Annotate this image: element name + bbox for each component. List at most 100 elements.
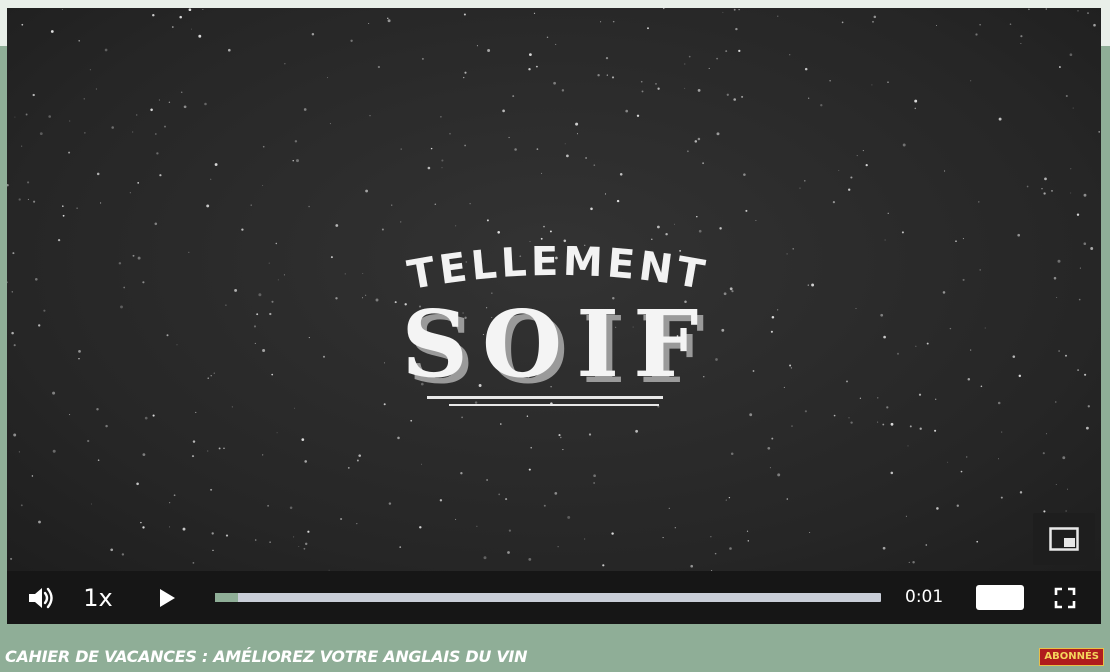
- quality-button[interactable]: [976, 585, 1024, 610]
- grain-speck: [696, 215, 698, 218]
- grain-speck: [271, 373, 274, 376]
- grain-speck: [880, 313, 884, 317]
- tellement-soif-logo: TELLEMENT SOIF SOIF: [367, 236, 747, 426]
- video-frame[interactable]: TELLEMENT SOIF SOIF: [7, 8, 1101, 571]
- grain-speck: [1045, 8, 1048, 10]
- grain-speck: [303, 547, 306, 550]
- play-button[interactable]: [152, 571, 182, 624]
- grain-speck: [887, 212, 889, 214]
- playback-speed-button[interactable]: 1x: [73, 571, 123, 624]
- grain-speck: [377, 65, 381, 69]
- grain-speck: [745, 209, 748, 212]
- grain-speck: [68, 151, 71, 154]
- fullscreen-button[interactable]: [1047, 571, 1083, 624]
- grain-speck: [1044, 177, 1047, 181]
- grain-speck: [1078, 298, 1081, 301]
- grain-speck: [202, 8, 204, 10]
- grain-speck: [604, 193, 607, 195]
- grain-speck: [786, 253, 788, 255]
- grain-speck: [611, 76, 615, 79]
- grain-speck: [886, 406, 889, 409]
- grain-speck: [767, 446, 771, 450]
- grain-speck: [636, 114, 640, 117]
- grain-speck: [356, 522, 358, 525]
- grain-speck: [210, 178, 212, 180]
- grain-speck: [962, 238, 964, 240]
- grain-speck: [137, 182, 140, 184]
- grain-speck: [640, 80, 643, 83]
- grain-speck: [399, 546, 402, 548]
- grain-speck: [533, 12, 536, 14]
- grain-speck: [901, 231, 904, 234]
- grain-speck: [368, 23, 370, 24]
- grain-speck: [142, 281, 145, 284]
- grain-speck: [76, 207, 78, 209]
- grain-speck: [441, 159, 444, 162]
- picture-in-picture-icon: [1049, 527, 1079, 551]
- grain-speck: [498, 493, 501, 496]
- grain-speck: [809, 532, 811, 534]
- grain-speck: [268, 262, 270, 264]
- grain-speck: [743, 173, 746, 176]
- grain-speck: [549, 230, 552, 233]
- grain-speck: [655, 83, 657, 85]
- grain-speck: [877, 397, 879, 399]
- grain-speck: [225, 534, 229, 537]
- grain-speck: [486, 479, 488, 481]
- grain-speck: [225, 304, 227, 306]
- grain-speck: [271, 300, 274, 303]
- grain-speck: [791, 425, 793, 427]
- grain-speck: [419, 526, 422, 529]
- grain-speck: [308, 337, 310, 339]
- grain-speck: [507, 551, 510, 554]
- grain-speck: [1058, 350, 1060, 352]
- grain-speck: [647, 27, 649, 30]
- grain-speck: [96, 172, 100, 176]
- picture-in-picture-button[interactable]: [1033, 513, 1095, 565]
- grain-speck: [168, 101, 171, 104]
- grain-speck: [1087, 12, 1089, 14]
- grain-speck: [434, 203, 437, 206]
- grain-speck: [593, 164, 596, 166]
- grain-speck: [207, 377, 209, 379]
- grain-speck: [27, 181, 30, 184]
- grain-speck: [997, 401, 1001, 405]
- grain-speck: [726, 93, 729, 96]
- grain-speck: [934, 429, 937, 432]
- grain-speck: [169, 526, 171, 528]
- grain-speck: [262, 145, 265, 148]
- grain-speck: [154, 133, 157, 135]
- grain-speck: [262, 349, 266, 352]
- grain-speck: [871, 84, 873, 86]
- grain-speck: [329, 123, 331, 125]
- grain-speck: [173, 494, 176, 497]
- video-title-caption[interactable]: CAHIER DE VACANCES : AMÉLIOREZ VOTRE ANG…: [5, 645, 527, 669]
- grain-speck: [120, 305, 123, 309]
- grain-speck: [294, 140, 298, 143]
- grain-speck: [57, 238, 61, 242]
- grain-speck: [564, 143, 566, 145]
- grain-speck: [35, 278, 38, 281]
- grain-speck: [546, 36, 549, 39]
- grain-speck: [158, 99, 160, 101]
- progress-bar[interactable]: [215, 593, 881, 602]
- grain-speck: [1070, 192, 1072, 194]
- grain-speck: [132, 131, 134, 133]
- grain-speck: [292, 160, 294, 162]
- grain-speck: [69, 120, 71, 122]
- grain-speck: [140, 521, 142, 524]
- grain-speck: [335, 224, 339, 227]
- grain-speck: [156, 152, 159, 155]
- video-player[interactable]: TELLEMENT SOIF SOIF 1x 0:01: [7, 8, 1101, 624]
- grain-speck: [1028, 8, 1030, 11]
- grain-speck: [859, 397, 862, 399]
- grain-speck: [777, 15, 779, 17]
- grain-speck: [62, 205, 64, 207]
- grain-speck: [33, 200, 36, 203]
- volume-button[interactable]: [21, 571, 61, 624]
- grain-speck: [543, 504, 546, 507]
- grain-speck: [12, 252, 15, 255]
- grain-speck: [1065, 354, 1067, 357]
- grain-speck: [752, 370, 755, 372]
- grain-speck: [741, 95, 744, 98]
